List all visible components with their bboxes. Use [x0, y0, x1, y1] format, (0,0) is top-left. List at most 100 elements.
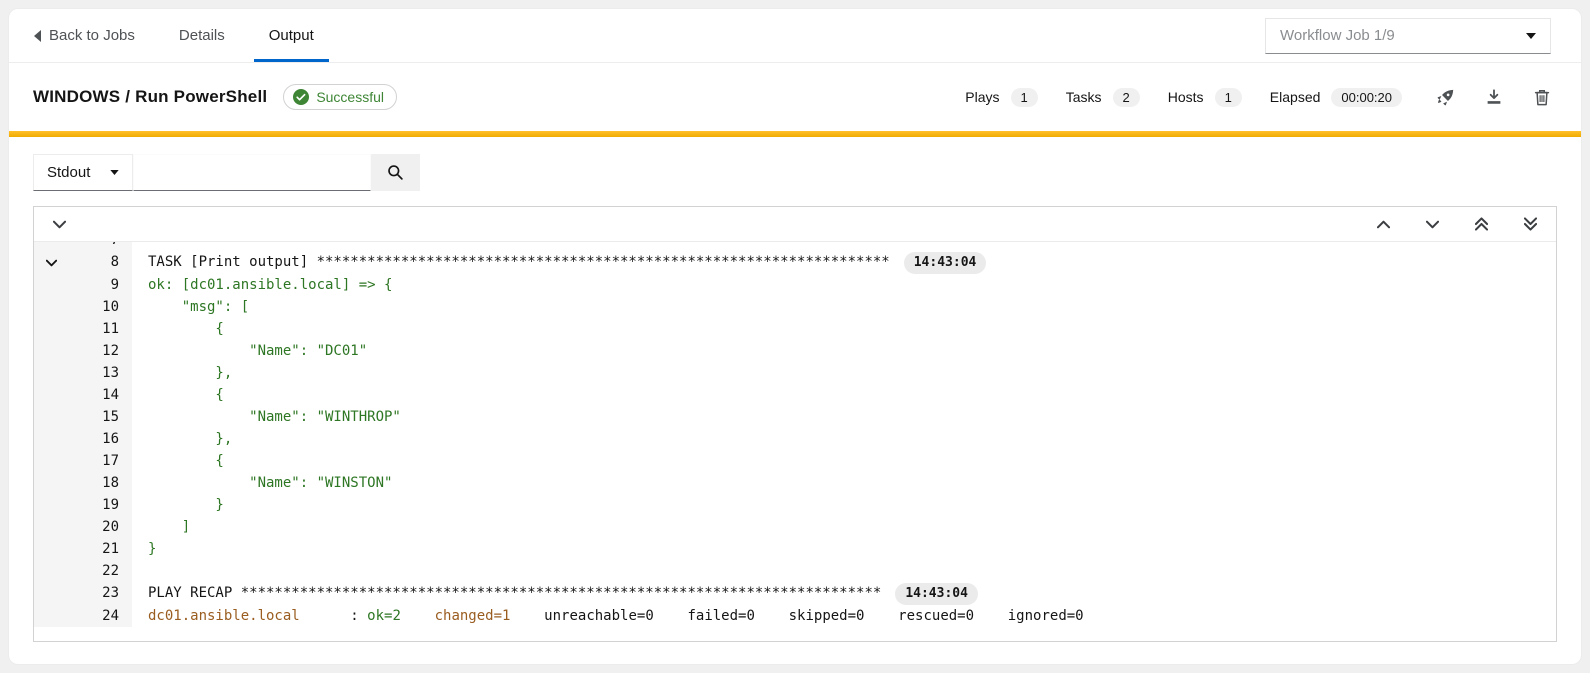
timestamp-badge: 14:43:04 [895, 583, 978, 605]
line-content [132, 242, 1556, 251]
line-number: 12 [68, 340, 132, 362]
console-line: 23PLAY RECAP ***************************… [34, 582, 1556, 605]
workflow-job-select[interactable]: Workflow Job 1/9 [1265, 18, 1551, 54]
line-content: PLAY RECAP *****************************… [132, 582, 1556, 605]
line-content: TASK [Print output] ********************… [132, 251, 1556, 274]
job-output-card: Back to Jobs Details Output Workflow Job… [8, 8, 1582, 665]
console-line: 16 }, [34, 428, 1556, 450]
back-to-jobs-label: Back to Jobs [49, 27, 135, 44]
console-line: 12 "Name": "DC01" [34, 340, 1556, 362]
line-content: "Name": "WINSTON" [132, 472, 1556, 494]
trash-icon [1533, 88, 1551, 107]
job-stat: Plays1 [965, 88, 1037, 107]
angle-up-icon [1377, 220, 1390, 229]
stat-value-badge: 2 [1113, 88, 1140, 107]
angle-down-icon [46, 259, 57, 267]
console-line: 13 }, [34, 362, 1556, 384]
scroll-top-button[interactable] [1475, 217, 1488, 231]
scroll-previous-button[interactable] [1377, 220, 1390, 229]
line-expand-toggle[interactable] [34, 251, 68, 274]
stat-value-badge: 1 [1215, 88, 1242, 107]
check-circle-icon [293, 89, 309, 105]
collapse-output-toggle[interactable] [53, 220, 66, 229]
line-number: 20 [68, 516, 132, 538]
download-icon [1485, 88, 1503, 106]
line-number: 22 [68, 560, 132, 582]
line-expand-spacer [34, 242, 68, 251]
scroll-bottom-button[interactable] [1524, 217, 1537, 231]
caret-left-icon [33, 30, 42, 42]
job-stat: Tasks 2 [1066, 88, 1140, 107]
stat-label: Tasks [1066, 89, 1102, 105]
download-output-button[interactable] [1485, 88, 1503, 106]
status-badge[interactable]: Successful [283, 84, 397, 110]
line-number: 14 [68, 384, 132, 406]
delete-job-button[interactable] [1533, 88, 1551, 107]
stat-label: Hosts [1168, 89, 1204, 105]
tab-output-label: Output [269, 27, 314, 44]
job-header: WINDOWS / Run PowerShell Successful Play… [9, 63, 1581, 131]
angle-double-up-icon [1475, 217, 1488, 231]
line-number: 8 [68, 251, 132, 274]
stdout-filter-select[interactable]: Stdout [33, 154, 133, 191]
back-to-jobs-link[interactable]: Back to Jobs [33, 9, 135, 62]
line-number: 13 [68, 362, 132, 384]
console-line: 11 { [34, 318, 1556, 340]
line-number: 7 [68, 242, 132, 251]
console-line: 20 ] [34, 516, 1556, 538]
line-content: { [132, 450, 1556, 472]
line-number: 11 [68, 318, 132, 340]
status-badge-label: Successful [316, 89, 384, 105]
console-line: 10 "msg": [ [34, 296, 1556, 318]
line-number: 16 [68, 428, 132, 450]
tab-output[interactable]: Output [269, 9, 314, 62]
stat-value-badge: 00:00:20 [1331, 88, 1402, 107]
output-toolbar: Stdout [9, 137, 1581, 206]
line-content: ok: [dc01.ansible.local] => { [132, 274, 1556, 296]
scroll-next-button[interactable] [1426, 220, 1439, 229]
line-expand-spacer [34, 428, 68, 450]
line-expand-spacer [34, 340, 68, 362]
search-input[interactable] [133, 154, 371, 191]
stdout-filter-value: Stdout [47, 164, 90, 181]
line-expand-spacer [34, 538, 68, 560]
line-number: 23 [68, 582, 132, 605]
line-content: "Name": "DC01" [132, 340, 1556, 362]
line-expand-spacer [34, 450, 68, 472]
page-title: WINDOWS / Run PowerShell [33, 87, 267, 107]
tab-details-label: Details [179, 27, 225, 44]
timestamp-badge: 14:43:04 [904, 252, 987, 274]
workflow-job-select-value: Workflow Job 1/9 [1280, 27, 1395, 44]
angle-down-icon [1426, 220, 1439, 229]
job-stat: Elapsed00:00:20 [1270, 88, 1402, 107]
tab-details[interactable]: Details [179, 9, 225, 62]
search-button[interactable] [371, 154, 420, 191]
line-content: { [132, 384, 1556, 406]
console-line: 22 [34, 560, 1556, 582]
tab-bar: Back to Jobs Details Output Workflow Job… [9, 9, 1581, 63]
console-line: 7 [34, 242, 1556, 251]
console-line: 17 { [34, 450, 1556, 472]
line-content: }, [132, 362, 1556, 384]
line-number: 24 [68, 605, 132, 627]
angle-double-down-icon [1524, 217, 1537, 231]
line-number: 17 [68, 450, 132, 472]
line-expand-spacer [34, 494, 68, 516]
console-line: 18 "Name": "WINSTON" [34, 472, 1556, 494]
line-expand-spacer [34, 296, 68, 318]
line-expand-spacer [34, 516, 68, 538]
caret-down-icon [110, 170, 119, 175]
console-line: 14 { [34, 384, 1556, 406]
line-content: } [132, 494, 1556, 516]
job-actions [1436, 88, 1551, 107]
console-line: 9ok: [dc01.ansible.local] => { [34, 274, 1556, 296]
console-line: 15 "Name": "WINTHROP" [34, 406, 1556, 428]
line-expand-spacer [34, 582, 68, 605]
line-content: dc01.ansible.local : ok=2 changed=1 unre… [132, 605, 1556, 627]
line-expand-spacer [34, 560, 68, 582]
line-expand-spacer [34, 318, 68, 340]
line-content: { [132, 318, 1556, 340]
relaunch-button[interactable] [1436, 88, 1455, 107]
output-scroll-controls [1377, 217, 1537, 231]
line-expand-spacer [34, 406, 68, 428]
